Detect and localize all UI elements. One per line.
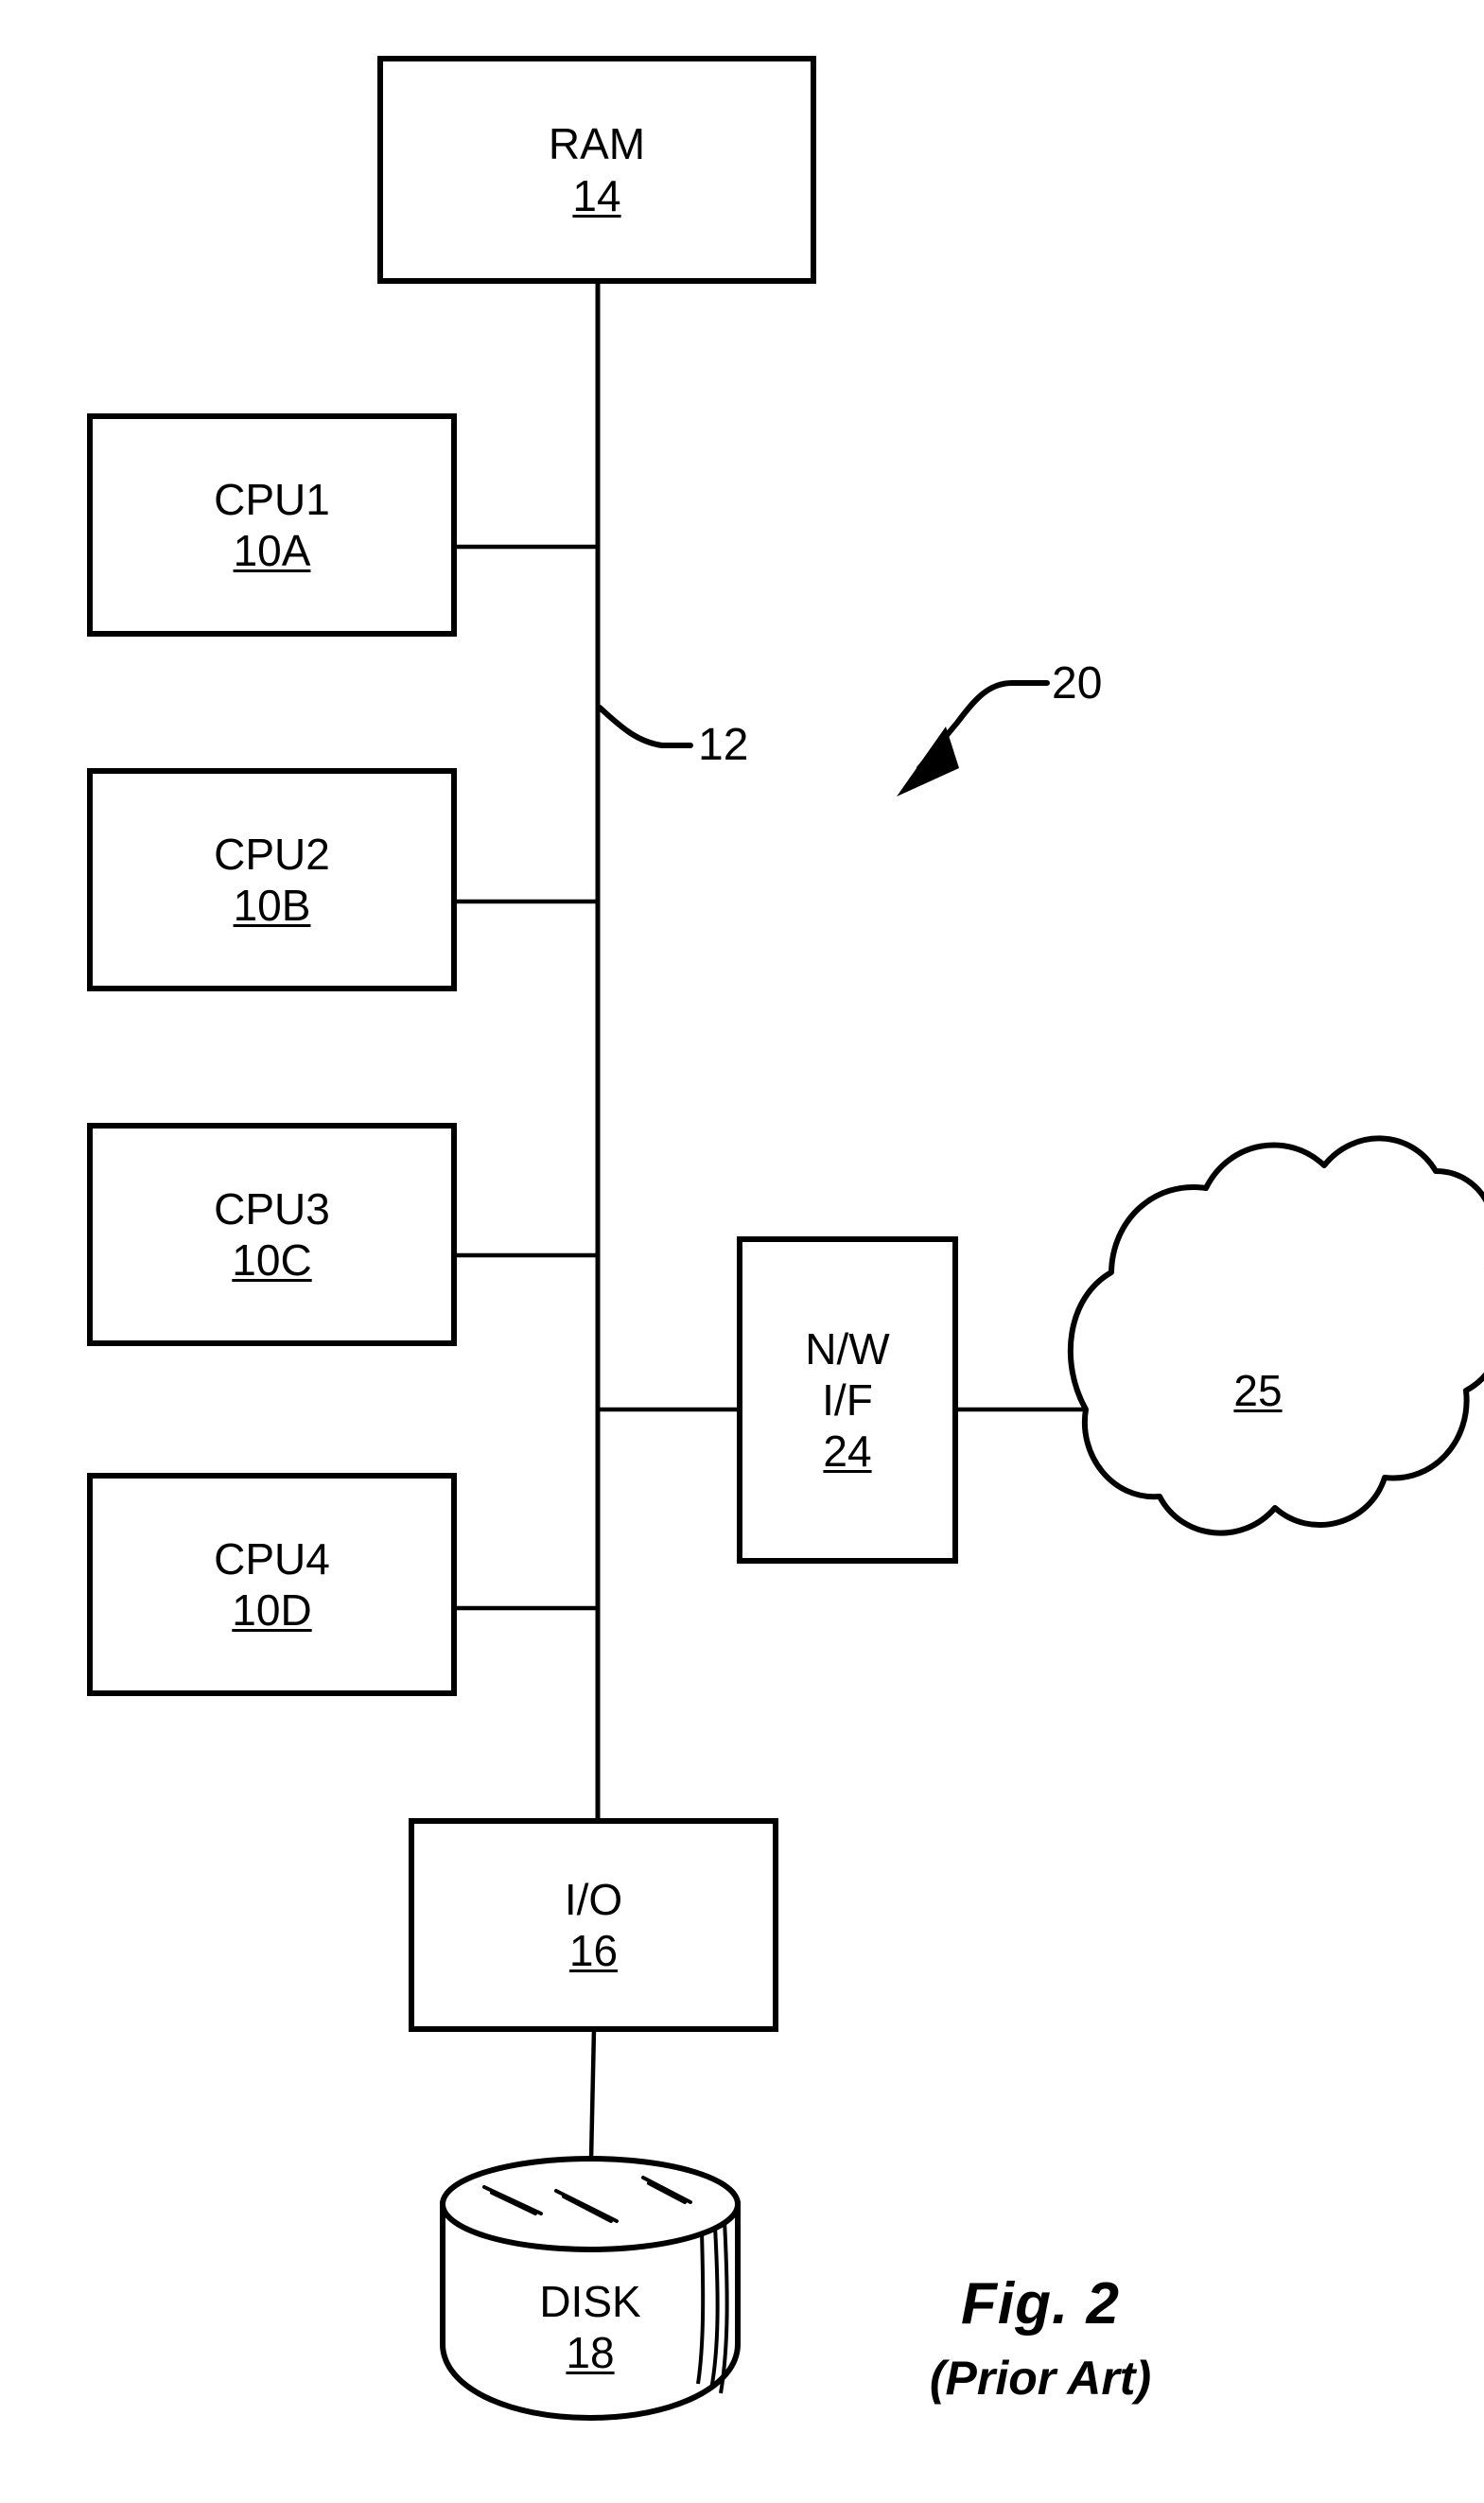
cpu3-name: CPU3	[214, 1183, 330, 1234]
network-cloud-label: 25	[1173, 1362, 1343, 1419]
network-cloud-ref: 25	[1233, 1365, 1283, 1415]
io-block-label: I/O 16	[411, 1821, 776, 2029]
bus-callout-label: 12	[698, 720, 749, 770]
io-ref: 16	[568, 1926, 619, 1975]
network-interface-ref: 24	[823, 1427, 872, 1477]
network-interface-line2: I/F	[822, 1374, 873, 1425]
disk-block-label: DISK 18	[443, 2261, 738, 2393]
cpu1-name: CPU1	[214, 474, 330, 524]
disk-ref: 18	[566, 2328, 615, 2377]
figure-caption-title: Fig. 2	[961, 2271, 1120, 2337]
cpu3-block-label: CPU3 10C	[90, 1126, 454, 1343]
disk-cylinder-top	[440, 2156, 741, 2252]
system-callout-label: 20	[1052, 658, 1103, 709]
cpu4-ref: 10D	[232, 1585, 312, 1635]
network-interface-line1: N/W	[805, 1323, 890, 1374]
bus-callout-leader	[597, 705, 693, 748]
cpu2-ref: 10B	[233, 881, 311, 930]
cpu2-name: CPU2	[214, 829, 330, 879]
cpu4-block-label: CPU4 10D	[90, 1476, 454, 1693]
cpu1-block-label: CPU1 10A	[90, 416, 454, 634]
system-callout-arrowhead	[897, 726, 959, 796]
figure-canvas: RAM 14 CPU1 10A CPU2 10B CPU3 10C CPU4 1…	[0, 0, 1484, 2503]
ram-ref: 14	[572, 170, 621, 220]
io-name: I/O	[564, 1874, 623, 1924]
network-cloud-shape	[1067, 1135, 1484, 1536]
ram-block-label: RAM 14	[380, 59, 813, 281]
cpu3-ref: 10C	[232, 1235, 312, 1285]
figure-caption-subtitle: (Prior Art)	[929, 2352, 1152, 2405]
cpu1-ref: 10A	[233, 526, 311, 575]
disk-name: DISK	[539, 2276, 641, 2326]
ram-name: RAM	[548, 119, 646, 169]
network-interface-block-label: N/W I/F 24	[740, 1239, 955, 1561]
cpu4-name: CPU4	[214, 1533, 330, 1584]
cpu2-block-label: CPU2 10B	[90, 771, 454, 989]
